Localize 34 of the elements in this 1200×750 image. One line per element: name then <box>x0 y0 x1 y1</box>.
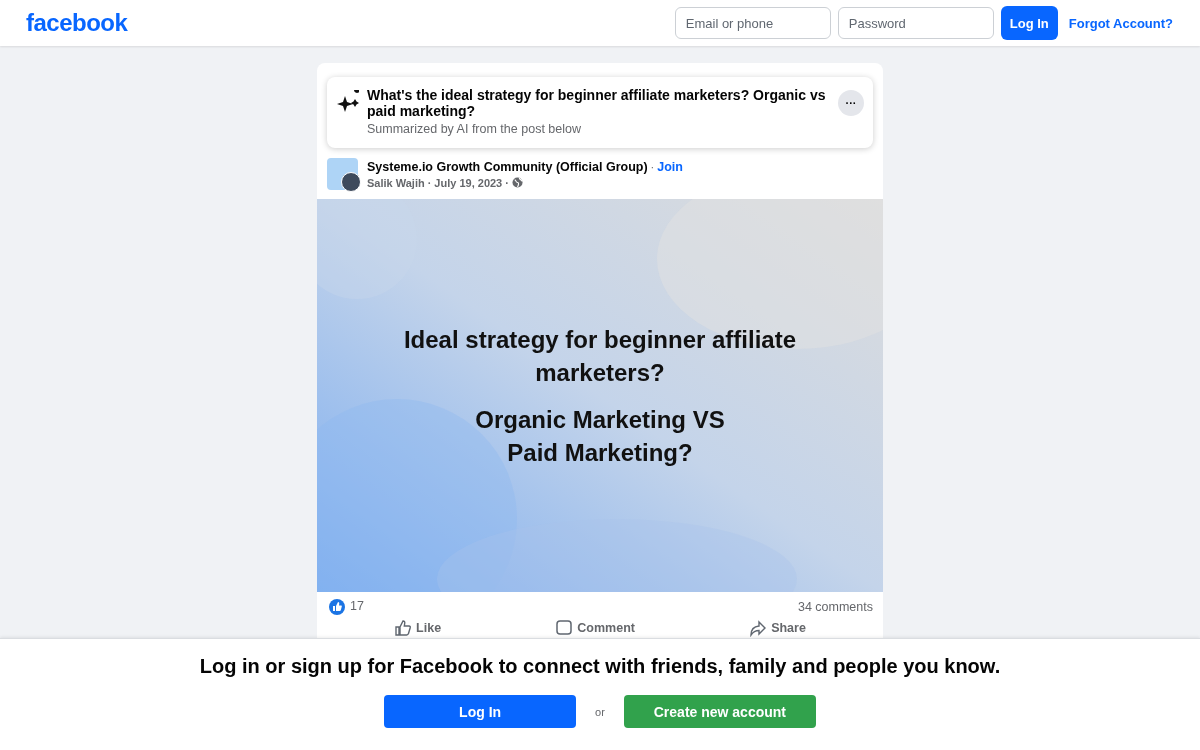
share-arrow-icon <box>749 619 768 637</box>
email-field[interactable]: Email or phone <box>674 7 831 39</box>
image-caption: Ideal strategy for beginner affiliate marketers? <box>402 324 798 388</box>
join-link[interactable]: Join <box>657 159 683 174</box>
like-count[interactable]: 17 <box>350 599 364 613</box>
separator-dot: · <box>650 160 655 173</box>
author-name[interactable]: Salik Wajih <box>367 176 425 189</box>
login-button[interactable]: Log In <box>1000 6 1058 40</box>
speech-bubble-icon <box>555 619 574 637</box>
more-button[interactable]: ··· <box>838 90 864 116</box>
like-button[interactable]: Like <box>388 618 448 638</box>
summary-question: What's the ideal strategy for beginner affiliate marketers? Organic vs paid marketing? <box>367 87 827 119</box>
group-avatar[interactable] <box>327 158 358 190</box>
like-reaction-icon <box>329 599 345 615</box>
thumbs-up-icon <box>394 619 413 637</box>
forgot-account-link[interactable]: Forgot Account? <box>1068 15 1173 31</box>
facebook-logo[interactable]: facebook <box>26 9 128 37</box>
group-name[interactable]: Systeme.io Growth Community (Official Group) <box>367 159 648 174</box>
create-account-button[interactable]: Create new account <box>623 695 816 728</box>
image-caption: Organic Marketing VS Paid Marketing? <box>474 404 726 468</box>
summary-note: Summarized by AI from the post below <box>367 122 582 136</box>
share-button[interactable]: Share <box>743 618 812 638</box>
comment-count[interactable]: 34 comments <box>797 600 873 614</box>
password-field[interactable]: Password <box>837 7 994 39</box>
sparkle-icon <box>337 90 359 112</box>
comment-button[interactable]: Comment <box>549 618 641 638</box>
post-image[interactable]: Ideal strategy for beginner affiliate marketers? Organic Marketing VS Paid Marketing? <box>317 199 883 592</box>
author-avatar[interactable] <box>341 172 361 192</box>
separator-dot: · <box>427 176 432 189</box>
login-button[interactable]: Log In <box>384 695 577 728</box>
or-text: or <box>595 705 605 718</box>
separator-dot: · <box>505 176 509 189</box>
banner-text: Log in or sign up for Facebook to connect with friends, family and people you know. <box>199 655 1001 678</box>
post-date[interactable]: July 19, 2023 <box>434 176 503 189</box>
